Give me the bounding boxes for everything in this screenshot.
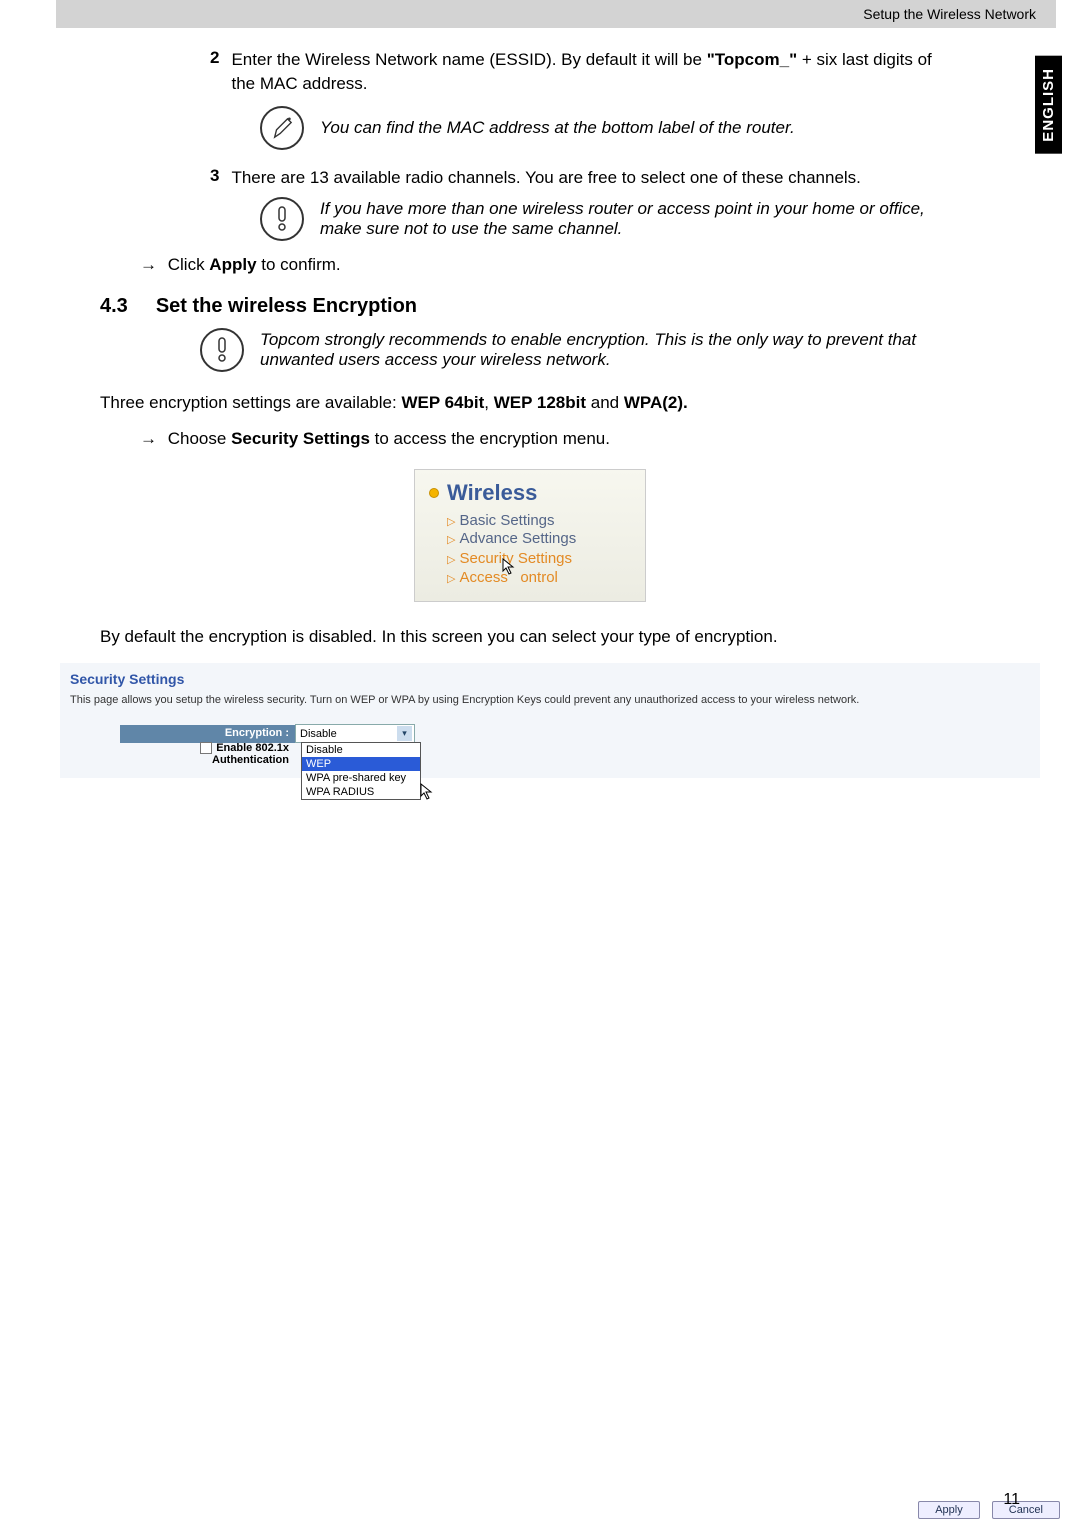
triangle-icon: ▷ — [447, 516, 455, 528]
menu-item-basic[interactable]: ▷Basic Settings — [447, 512, 631, 529]
step-2: 2 Enter the Wireless Network name (ESSID… — [210, 48, 960, 96]
encryption-dropdown[interactable]: Disable WEP WPA pre-shared key WPA RADIU… — [301, 742, 421, 800]
by-default-para: By default the encryption is disabled. I… — [100, 626, 960, 649]
note-mac-address: You can find the MAC address at the bott… — [260, 106, 960, 150]
auth-checkbox[interactable] — [200, 742, 212, 754]
arrow-icon: → — [140, 429, 157, 448]
bullet-icon — [429, 488, 439, 498]
section-heading: 4.3 Set the wireless Encryption — [100, 295, 960, 318]
cancel-button[interactable]: Cancel — [992, 1501, 1060, 1519]
dropdown-option-wep[interactable]: WEP — [302, 757, 420, 771]
dropdown-option-wpa-radius[interactable]: WPA RADIUS — [302, 785, 420, 799]
step-number: 3 — [210, 166, 219, 190]
panel-buttons: Apply Cancel — [918, 1501, 1060, 1519]
warning-channel: If you have more than one wireless route… — [260, 197, 960, 241]
section-number: 4.3 — [100, 295, 128, 318]
warning-icon — [260, 197, 304, 241]
pencil-note-icon — [260, 106, 304, 150]
triangle-icon: ▷ — [447, 554, 455, 566]
step-number: 2 — [210, 48, 219, 96]
triangle-icon: ▷ — [447, 534, 455, 546]
header-bar: Setup the Wireless Network — [56, 0, 1056, 28]
arrow-icon: → — [140, 255, 157, 274]
warning-text: Topcom strongly recommends to enable enc… — [260, 330, 960, 370]
triangle-icon: ▷ — [447, 573, 455, 585]
warning-encryption: Topcom strongly recommends to enable enc… — [200, 328, 960, 372]
language-tab: ENGLISH — [1035, 56, 1062, 154]
breadcrumb: Setup the Wireless Network — [863, 6, 1036, 22]
encryption-select[interactable]: Disable ▾ — [295, 724, 415, 743]
page-number: 11 — [1003, 1491, 1020, 1509]
dropdown-option-wpa-psk[interactable]: WPA pre-shared key — [302, 771, 420, 785]
encryption-value: Disable — [300, 728, 337, 740]
chevron-down-icon: ▾ — [397, 726, 412, 741]
warning-icon — [200, 328, 244, 372]
dropdown-option-disable[interactable]: Disable — [302, 743, 420, 757]
click-apply-line: → Click Apply to confirm. — [140, 255, 960, 275]
menu-title: Wireless — [429, 480, 631, 506]
mouse-cursor-icon — [420, 783, 435, 801]
section-title: Set the wireless Encryption — [156, 295, 417, 318]
panel-description: This page allows you setup the wireless … — [70, 693, 1030, 707]
choose-security-line: → Choose Security Settings to access the… — [140, 429, 960, 449]
panel-title: Security Settings — [70, 671, 1030, 687]
note-text: You can find the MAC address at the bott… — [320, 118, 795, 138]
mouse-cursor-icon — [502, 558, 517, 576]
auth-row: Enable 802.1x Authentication — [120, 744, 1030, 764]
step-text: There are 13 available radio channels. Y… — [231, 166, 960, 190]
apply-button[interactable]: Apply — [918, 1501, 980, 1519]
step-text: Enter the Wireless Network name (ESSID).… — [231, 48, 960, 96]
auth-label: Enable 802.1x Authentication — [120, 740, 295, 768]
step-3: 3 There are 13 available radio channels.… — [210, 166, 960, 190]
menu-item-access[interactable]: ▷Access ontrol — [447, 569, 631, 586]
warning-text: If you have more than one wireless route… — [320, 199, 960, 239]
menu-item-advance[interactable]: ▷Advance Settings — [447, 530, 631, 547]
security-settings-panel: Security Settings This page allows you s… — [60, 663, 1040, 777]
menu-item-security[interactable]: ▷Security Settings — [447, 550, 572, 567]
wireless-menu-screenshot: Wireless ▷Basic Settings ▷Advance Settin… — [414, 469, 646, 602]
three-encryption-para: Three encryption settings are available:… — [100, 392, 960, 415]
